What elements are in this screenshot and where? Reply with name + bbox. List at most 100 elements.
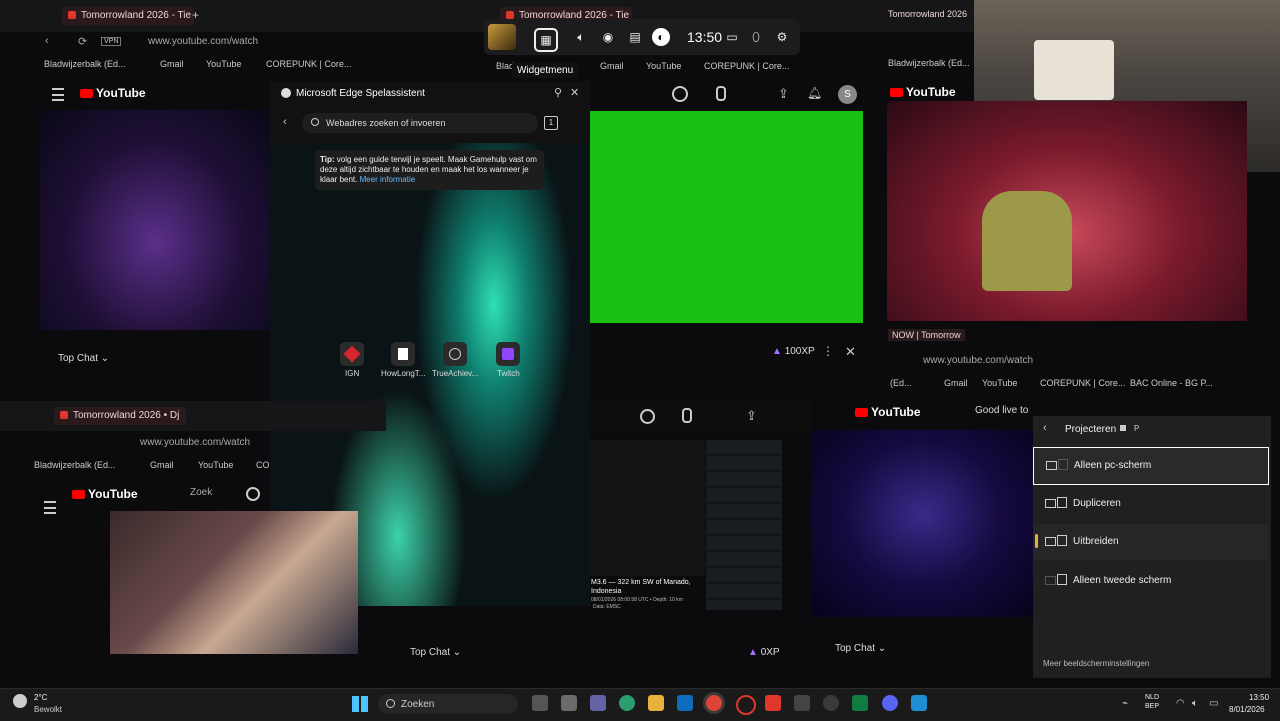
- tip-link[interactable]: Meer informatie: [360, 175, 416, 184]
- windows-start-icon[interactable]: [352, 696, 368, 712]
- reload-icon[interactable]: ⟳: [78, 35, 87, 48]
- bookmark-corepunk[interactable]: CO: [256, 460, 270, 470]
- top-chat-dropdown[interactable]: Top Chat ⌄: [58, 353, 109, 364]
- browser-tab[interactable]: NOW | Tomorrow: [888, 329, 965, 341]
- bookmark-bladwijzerbalk[interactable]: Bladwijzerbalk (Ed...: [44, 59, 126, 69]
- widget-menu-icon[interactable]: ▦: [534, 28, 558, 52]
- task-view-icon[interactable]: [532, 695, 548, 711]
- edge-icon[interactable]: [619, 695, 635, 711]
- close-icon[interactable]: ✕: [845, 344, 856, 360]
- bookmark-gmail[interactable]: Gmail: [150, 460, 174, 470]
- wifi-icon[interactable]: ◠: [1176, 698, 1185, 709]
- mic-icon[interactable]: [716, 86, 726, 101]
- battery-icon[interactable]: ▭: [1209, 698, 1218, 709]
- excel-icon[interactable]: [852, 695, 868, 711]
- chrome-icon[interactable]: [706, 695, 722, 711]
- back-icon[interactable]: ‹: [45, 35, 49, 47]
- photos-icon[interactable]: [911, 695, 927, 711]
- display-settings-link[interactable]: Meer beeldscherminstellingen: [1043, 659, 1149, 668]
- mic-icon[interactable]: [682, 408, 692, 423]
- earthquake-map[interactable]: [589, 440, 705, 576]
- bookmark-bladwijzerbalk[interactable]: (Ed...: [890, 378, 912, 388]
- pin-icon[interactable]: ⚲: [554, 86, 562, 99]
- youtube-logo[interactable]: YouTube: [80, 86, 146, 100]
- project-option-second-only[interactable]: Alleen tweede scherm: [1033, 563, 1269, 599]
- youtube-icon[interactable]: [765, 695, 781, 711]
- new-tab-icon[interactable]: +: [192, 8, 199, 22]
- calculator-icon[interactable]: [794, 695, 810, 711]
- volume-icon[interactable]: 🔈︎: [1192, 698, 1198, 709]
- taskbar-search-label[interactable]: Zoeken: [401, 699, 434, 710]
- taskbar-search[interactable]: [378, 694, 518, 714]
- xbox-icon[interactable]: [823, 695, 839, 711]
- edge-assistant-icon[interactable]: ◐: [652, 28, 670, 46]
- menu-icon[interactable]: [44, 501, 56, 514]
- back-icon[interactable]: ‹: [1043, 422, 1047, 434]
- address-bar[interactable]: www.youtube.com/watch: [140, 437, 250, 448]
- bookmark-corepunk[interactable]: COREPUNK | Core...: [266, 59, 351, 69]
- weather-temp[interactable]: 2°C: [34, 693, 47, 702]
- browser-tab[interactable]: Tomorrowland 2026 - Tie: [62, 7, 194, 25]
- bookmark-youtube[interactable]: YouTube: [198, 460, 233, 470]
- concert-video-stage[interactable]: [812, 430, 1034, 617]
- bookmark-youtube[interactable]: YouTube: [206, 59, 241, 69]
- earthquake-list[interactable]: [706, 440, 782, 610]
- video-thumbnail-people[interactable]: [110, 511, 358, 654]
- browser-tab[interactable]: Tomorrowland 2026: [888, 9, 972, 19]
- address-bar[interactable]: www.youtube.com/watch: [923, 355, 1033, 366]
- clock-date[interactable]: 8/01/2026: [1229, 705, 1265, 714]
- search-icon[interactable]: [640, 409, 655, 424]
- outlook-icon[interactable]: [677, 695, 693, 711]
- explorer-icon[interactable]: [648, 695, 664, 711]
- bookmark-youtube[interactable]: YouTube: [646, 61, 681, 71]
- opera-icon[interactable]: [736, 695, 756, 715]
- bookmark-bladwijzerbalk[interactable]: Bladwijzerbalk (Ed...: [888, 58, 972, 68]
- bookmark-bac-online[interactable]: BAC Online - BG P...: [1130, 378, 1213, 388]
- youtube-logo[interactable]: YouTube: [72, 487, 138, 501]
- search-icon[interactable]: [246, 487, 260, 501]
- video-player-topleft[interactable]: [40, 110, 270, 330]
- back-icon[interactable]: ‹: [283, 116, 287, 128]
- league-of-legends-icon[interactable]: [488, 24, 516, 50]
- top-chat-dropdown[interactable]: Top Chat ⌄: [835, 643, 886, 654]
- top-chat-dropdown[interactable]: Top Chat ⌄: [410, 647, 461, 658]
- greenscreen-video[interactable]: [589, 111, 863, 323]
- project-option-extend[interactable]: Uitbreiden: [1033, 524, 1269, 560]
- performance-icon[interactable]: ▤: [626, 28, 644, 46]
- mouse-icon[interactable]: ⬯: [747, 28, 765, 46]
- bookmark-gmail[interactable]: Gmail: [600, 61, 624, 71]
- discord-icon[interactable]: [882, 695, 898, 711]
- capture-icon[interactable]: ◉: [599, 28, 617, 46]
- network-icon[interactable]: ⌁: [1122, 698, 1128, 709]
- store-icon[interactable]: [561, 695, 577, 711]
- address-bar[interactable]: www.youtube.com/watch: [148, 36, 258, 47]
- shortcut-twitch[interactable]: [496, 342, 520, 366]
- bookmark-bladwijzerbalk[interactable]: Bladwijzerbalk (Ed...: [34, 460, 116, 470]
- create-icon[interactable]: ⇪: [778, 86, 789, 102]
- shortcut-ign[interactable]: [340, 342, 364, 366]
- avatar[interactable]: S: [838, 85, 857, 104]
- tab-count-badge[interactable]: 1: [544, 116, 558, 130]
- youtube-logo[interactable]: YouTube: [855, 405, 921, 419]
- bookmark-gmail[interactable]: Gmail: [160, 59, 184, 69]
- more-options-icon[interactable]: ⋮: [822, 344, 834, 358]
- clock-time[interactable]: 13:50: [1249, 693, 1269, 702]
- assistant-search-input[interactable]: Webadres zoeken of invoeren: [326, 118, 445, 128]
- youtube-logo[interactable]: YouTube: [890, 85, 956, 99]
- shortcut-trueachievements[interactable]: [443, 342, 467, 366]
- bookmark-corepunk[interactable]: COREPUNK | Core...: [704, 61, 789, 71]
- weather-icon[interactable]: [13, 694, 27, 708]
- bell-icon[interactable]: 🔔︎: [807, 86, 822, 100]
- project-option-pc-only[interactable]: Alleen pc-scherm: [1033, 447, 1269, 485]
- menu-icon[interactable]: [52, 88, 64, 101]
- close-icon[interactable]: ✕: [570, 86, 579, 99]
- teams-icon[interactable]: [590, 695, 606, 711]
- browser-tab[interactable]: Tomorrowland 2026 • Dj: [54, 407, 186, 425]
- bookmark-youtube[interactable]: YouTube: [982, 378, 1017, 388]
- shortcut-howlongtobeat[interactable]: [391, 342, 415, 366]
- project-option-duplicate[interactable]: Dupliceren: [1033, 486, 1269, 522]
- vpn-badge[interactable]: VPN: [101, 37, 122, 46]
- volume-icon[interactable]: 🔈︎: [572, 28, 590, 46]
- search-input[interactable]: Good live to: [975, 405, 1028, 416]
- bookmark-gmail[interactable]: Gmail: [944, 378, 968, 388]
